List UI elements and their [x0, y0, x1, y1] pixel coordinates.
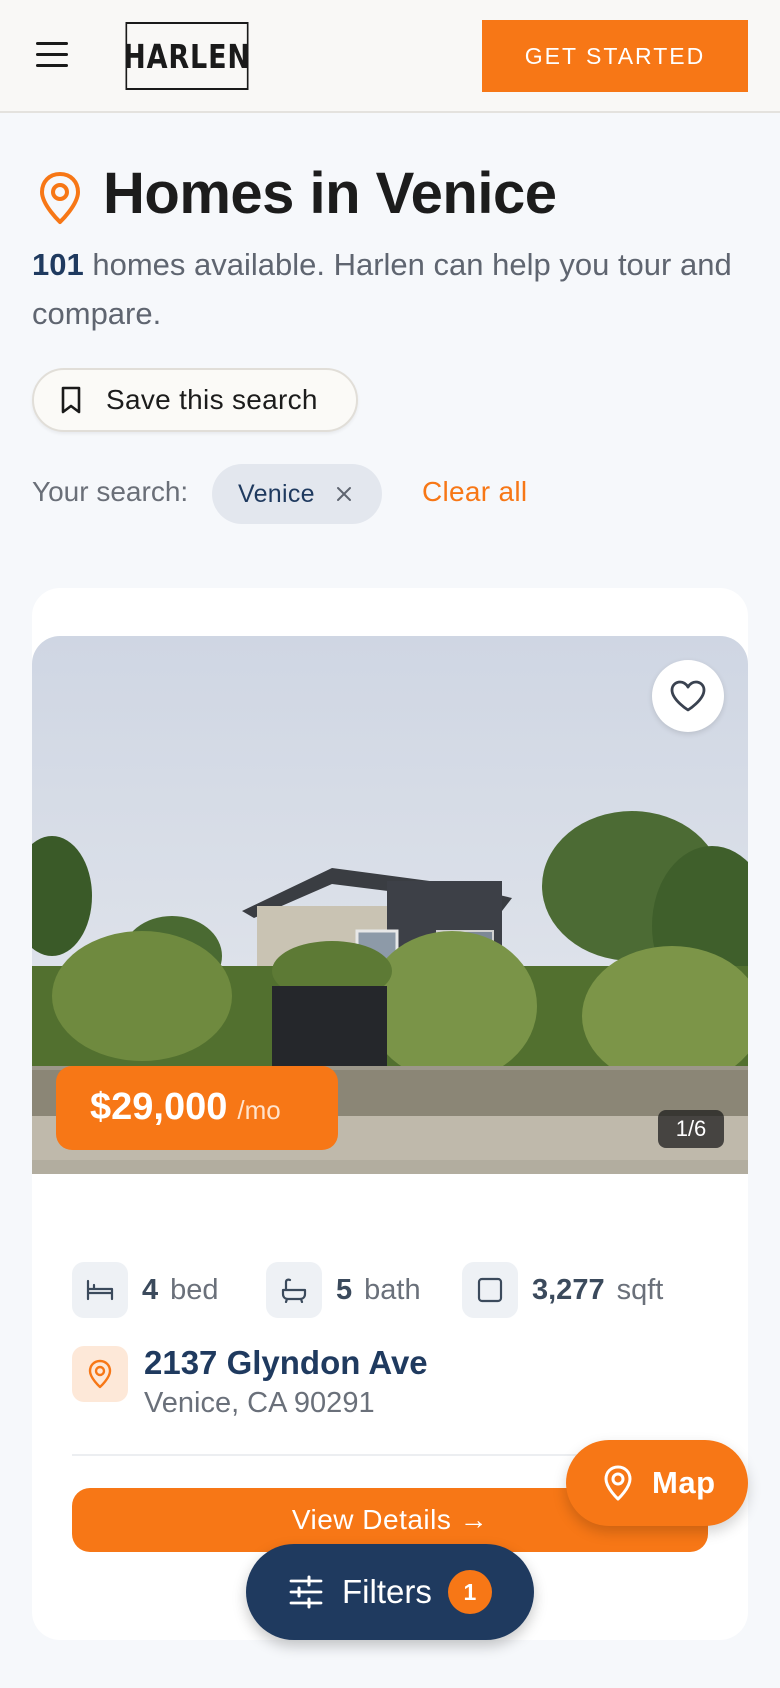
sqft-feature: 3,277 sqft	[462, 1262, 663, 1318]
baths-feature: 5 bath	[266, 1262, 421, 1318]
address-pin-icon	[72, 1346, 128, 1402]
save-search-label: Save this search	[106, 384, 318, 415]
search-chip[interactable]: Venice	[212, 464, 382, 524]
results-count: 101	[32, 247, 84, 282]
map-pin-icon	[604, 1465, 632, 1501]
price-amount: $29,000	[90, 1086, 228, 1128]
beds-feature: 4 bed	[72, 1262, 219, 1318]
area-icon	[462, 1262, 518, 1318]
beds-unit: bed	[170, 1273, 219, 1306]
save-search-button[interactable]: Save this search	[32, 368, 358, 432]
baths-count: 5	[336, 1273, 353, 1306]
clear-all-link[interactable]: Clear all	[422, 476, 527, 508]
price-badge: $29,000 /mo	[56, 1066, 338, 1150]
photo-counter: 1/6	[658, 1110, 724, 1148]
search-chip-label: Venice	[238, 479, 315, 508]
filters-count-badge: 1	[447, 1570, 492, 1614]
favorite-button[interactable]	[652, 660, 724, 732]
get-started-button[interactable]: GET STARTED	[482, 20, 748, 92]
map-label: Map	[652, 1465, 716, 1500]
beds-count: 4	[142, 1273, 159, 1306]
bath-icon	[266, 1262, 322, 1318]
price-unit: /mo	[237, 1095, 281, 1125]
map-button[interactable]: Map	[566, 1440, 748, 1526]
sqft-count: 3,277	[532, 1273, 605, 1306]
address-street[interactable]: 2137 Glyndon Ave	[144, 1344, 428, 1382]
results-summary: 101 homes available. Harlen can help you…	[32, 240, 752, 338]
filters-button[interactable]: Filters 1	[246, 1544, 534, 1640]
address-city: Venice, CA 90291	[144, 1387, 375, 1419]
heart-icon	[670, 680, 706, 712]
bookmark-icon	[61, 386, 81, 414]
logo[interactable]: HARLEN	[123, 22, 250, 90]
search-label: Your search:	[32, 476, 189, 507]
menu-icon[interactable]	[36, 42, 68, 70]
location-pin-icon	[40, 172, 80, 224]
filters-label: Filters	[342, 1573, 432, 1610]
sqft-unit: sqft	[616, 1273, 664, 1306]
results-text: homes available. Harlen can help you tou…	[32, 247, 732, 331]
sliders-icon	[289, 1575, 323, 1609]
close-icon[interactable]	[333, 483, 355, 505]
baths-unit: bath	[364, 1273, 421, 1306]
top-bar: HARLEN GET STARTED	[0, 0, 780, 113]
bed-icon	[72, 1262, 128, 1318]
page-title: Homes in Venice	[103, 161, 557, 226]
